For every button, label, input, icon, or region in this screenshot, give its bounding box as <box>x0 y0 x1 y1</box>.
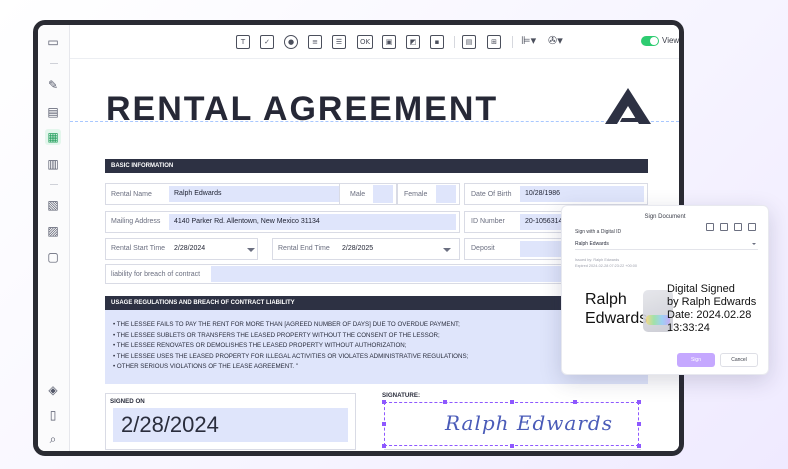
image-icon[interactable]: ◩ <box>406 35 420 49</box>
rental-start-label: Rental Start Time <box>111 245 166 252</box>
preview-name: Ralph Edwards <box>585 290 647 328</box>
organize-icon[interactable]: ▥ <box>45 156 61 172</box>
signed-on-label: SIGNED ON <box>110 398 145 405</box>
sign-document-dialog: Sign Document Sign with a Digital ID Ral… <box>561 205 769 375</box>
align-icon[interactable]: ▤ <box>462 35 476 49</box>
preview-info-line: Date: 2024.02.28 <box>667 309 752 321</box>
expires-text: Expired 2024-02-28 07:23:22 +00:00 <box>575 264 637 268</box>
signature-underline <box>384 449 641 450</box>
female-label: Female <box>404 191 428 198</box>
preview-last-name: Edwards <box>585 310 648 327</box>
issued-by-text: Issued by: Ralph Edwards <box>575 258 620 262</box>
resize-handle[interactable] <box>382 400 386 404</box>
toolbar-divider <box>454 36 455 48</box>
basic-info-header: BASIC INFORMATION <box>105 159 648 173</box>
digital-id-label: Sign with a Digital ID <box>575 229 622 235</box>
preview-first-name: Ralph <box>585 291 627 308</box>
preview-info: Digital Signed by Ralph Edwards Date: 20… <box>667 283 756 335</box>
rental-start-select[interactable]: 2/28/2024 <box>169 241 255 257</box>
resize-handle[interactable] <box>382 444 386 448</box>
list-box-icon[interactable]: ☰ <box>332 35 346 49</box>
digital-id-select[interactable]: Ralph Edwards <box>575 239 758 250</box>
edit-icon[interactable]: ▤ <box>45 104 61 120</box>
chevron-down-icon[interactable] <box>752 243 756 245</box>
resize-handle[interactable] <box>510 444 514 448</box>
import-id-icon[interactable] <box>720 223 728 231</box>
form-icon[interactable]: ▦ <box>45 129 61 145</box>
date-field-icon[interactable]: ▪ <box>430 35 444 49</box>
dialog-tools <box>706 223 756 231</box>
deposit-label: Deposit <box>471 245 495 252</box>
rental-name-input[interactable]: Ralph Edwards <box>169 186 367 202</box>
resize-handle[interactable] <box>382 422 386 426</box>
tool-icon[interactable]: ▢ <box>45 249 61 265</box>
sign-button[interactable]: Sign <box>677 353 715 367</box>
resize-handle[interactable] <box>637 400 641 404</box>
refresh-icon[interactable] <box>734 223 742 231</box>
signature-text: Ralph Edwards <box>445 411 613 435</box>
layers-icon[interactable]: ◈ <box>45 382 61 398</box>
comment-icon[interactable]: ✎ <box>45 77 61 93</box>
ok-button-label: OK <box>359 38 371 46</box>
signature-preview: Ralph Edwards Digital Signed by Ralph Ed… <box>575 276 759 348</box>
sidebar-divider <box>50 63 58 64</box>
id-number-label: ID Number <box>471 218 505 225</box>
signature-label: SIGNATURE: <box>382 392 421 399</box>
toolbar-divider <box>512 36 513 48</box>
view-toggle-label: View <box>662 36 680 45</box>
signature-field[interactable]: Ralph Edwards <box>382 400 641 448</box>
sidebar-divider <box>50 184 58 185</box>
edit-appearance-icon[interactable] <box>748 223 756 231</box>
signed-on-input[interactable]: 2/28/2024 <box>113 408 348 442</box>
rental-end-label: Rental End Time <box>278 245 330 252</box>
cancel-button[interactable]: Cancel <box>720 353 758 367</box>
resize-handle[interactable] <box>637 422 641 426</box>
signed-on-field: SIGNED ON 2/28/2024 <box>105 393 356 450</box>
chevron-down-icon[interactable] <box>443 248 451 252</box>
resize-handle[interactable] <box>510 400 514 404</box>
preview-info-line: Digital Signed <box>667 283 735 295</box>
rental-end-select[interactable]: 2/28/2025 <box>337 241 456 257</box>
resize-handle[interactable] <box>573 400 577 404</box>
radio-icon[interactable]: ● <box>284 35 298 49</box>
resize-handle[interactable] <box>443 400 447 404</box>
ocr-icon[interactable]: ▨ <box>45 223 61 239</box>
dob-input[interactable]: 10/28/1986 <box>520 186 644 202</box>
protect-icon[interactable]: ▧ <box>45 197 61 213</box>
female-checkbox[interactable] <box>436 185 456 203</box>
rental-name-label: Rental Name <box>111 191 152 198</box>
mailing-address-input[interactable]: 4140 Parker Rd. Allentown, New Mexico 31… <box>169 214 456 230</box>
male-label: Male <box>350 191 366 198</box>
company-logo-icon <box>605 88 651 124</box>
left-sidebar: ▭ ✎ ▤ ▦ ▥ ▧ ▨ ▢ ◈ ▯ ⌕ <box>38 25 70 451</box>
bookmark-icon[interactable]: ▯ <box>45 407 61 423</box>
attachment-icon[interactable]: ⌕ <box>45 431 61 447</box>
form-toolbar: T ✓ ● ≡ ☰ OK ▣ ◩ ▪ ▤ ⊞ ⊫▾ ✇▾ View <box>70 25 679 59</box>
view-toggle[interactable] <box>641 36 659 46</box>
dialog-title: Sign Document <box>644 214 686 220</box>
male-checkbox[interactable] <box>373 185 393 203</box>
image-field-icon[interactable]: ▣ <box>382 35 396 49</box>
digital-id-value: Ralph Edwards <box>575 241 609 247</box>
chevron-down-icon[interactable] <box>247 248 255 252</box>
checkbox-icon[interactable]: ✓ <box>260 35 274 49</box>
new-id-icon[interactable] <box>706 223 714 231</box>
page-title: RENTAL AGREEMENT <box>106 90 499 128</box>
distribute-icon[interactable]: ⊫▾ <box>521 34 536 47</box>
grid-icon[interactable]: ⊞ <box>487 35 501 49</box>
button-icon[interactable]: OK <box>357 35 373 49</box>
more-tools-icon[interactable]: ✇▾ <box>548 34 563 47</box>
dob-label: Date Of Birth <box>471 191 512 198</box>
thumbnail-icon[interactable]: ▭ <box>45 34 61 50</box>
text-field-icon[interactable]: T <box>236 35 250 49</box>
resize-handle[interactable] <box>637 444 641 448</box>
combo-box-icon[interactable]: ≡ <box>308 35 322 49</box>
liability-label: liability for breach of contract <box>111 271 201 278</box>
preview-info-line: 13:33:24 <box>667 322 710 334</box>
preview-info-line: by Ralph Edwards <box>667 296 757 308</box>
mailing-address-label: Mailing Address <box>111 218 161 225</box>
